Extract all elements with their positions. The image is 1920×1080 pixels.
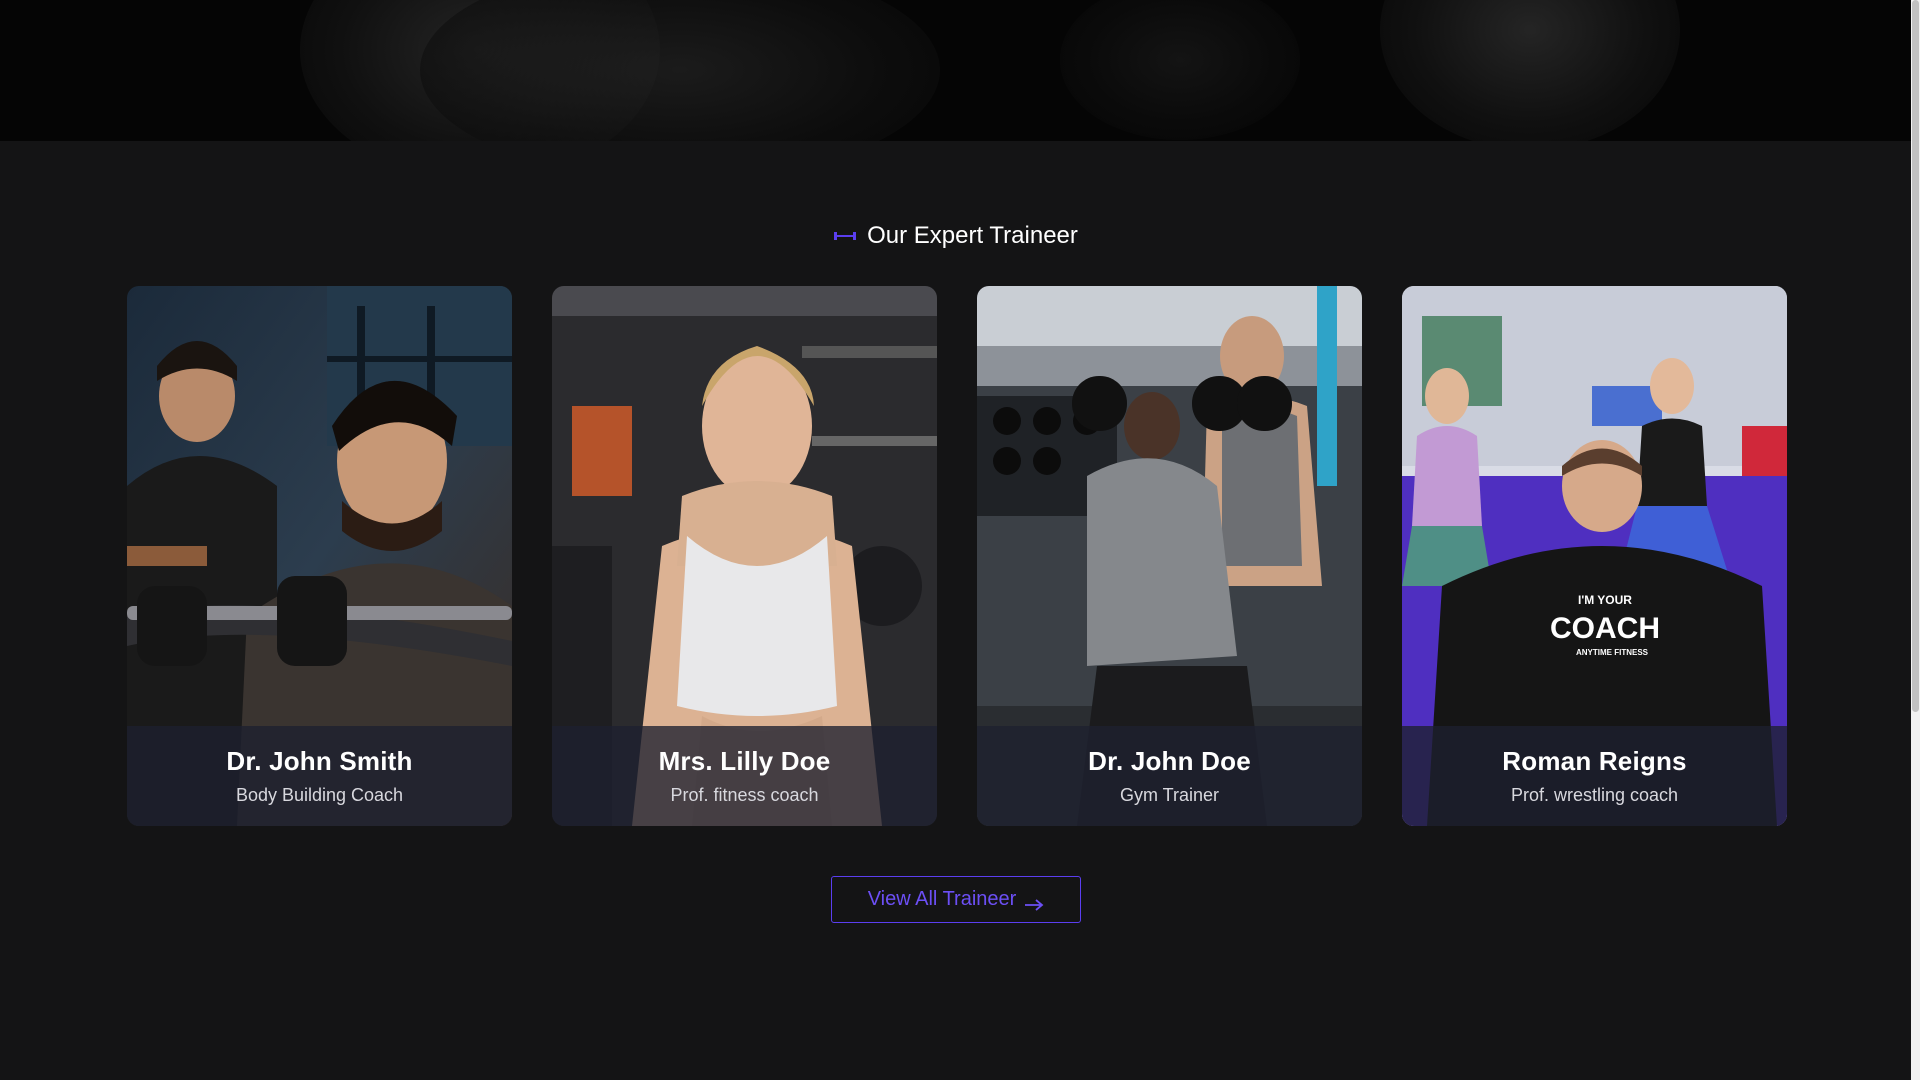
trainer-name: Dr. John Doe — [1088, 746, 1251, 776]
view-all-label: View All Traineer — [867, 888, 1017, 910]
shirt-text-line1: I'M YOUR — [1578, 593, 1632, 607]
arrow-right-icon — [1024, 894, 1044, 911]
trainer-caption: Roman Reigns Prof. wrestling coach — [1402, 726, 1787, 826]
trainer-caption: Dr. John Doe Gym Trainer — [977, 726, 1362, 826]
trainer-name: Mrs. Lilly Doe — [658, 746, 831, 776]
trainer-name: Dr. John Smith — [226, 746, 413, 776]
section-title: Our Expert Traineer — [867, 222, 1078, 249]
shirt-text-line3: ANYTIME FITNESS — [1576, 648, 1649, 657]
trainer-name: Roman Reigns — [1502, 746, 1687, 776]
trainer-role: Prof. wrestling coach — [1510, 785, 1679, 805]
trainer-caption: Dr. John Smith Body Building Coach — [127, 726, 512, 826]
shirt-text-line2: COACH — [1550, 612, 1660, 645]
trainer-card[interactable]: Mrs. Lilly Doe Prof. fitness coach — [552, 286, 937, 826]
page-scrollbar[interactable] — [1911, 0, 1920, 1080]
trainer-role: Prof. fitness coach — [670, 785, 819, 805]
view-all-trainers-button[interactable]: View All Traineer — [831, 876, 1081, 923]
trainer-cards: Dr. John Smith Body Building Coach Mrs. … — [127, 286, 1787, 826]
section-heading: Our Expert Traineer — [0, 222, 1911, 250]
scrollbar-thumb[interactable] — [1912, 0, 1919, 712]
trainer-card[interactable]: Dr. John Smith Body Building Coach — [127, 286, 512, 826]
trainer-card[interactable]: I'M YOUR COACH ANYTIME FITNESS Roman Rei… — [1402, 286, 1787, 826]
hero-banner-bottom — [0, 0, 1911, 141]
dumbbell-icon — [833, 229, 857, 243]
trainer-role: Body Building Coach — [235, 785, 404, 805]
trainer-card[interactable]: Dr. John Doe Gym Trainer — [977, 286, 1362, 826]
trainer-caption: Mrs. Lilly Doe Prof. fitness coach — [552, 726, 937, 826]
trainer-role: Gym Trainer — [1119, 785, 1220, 805]
